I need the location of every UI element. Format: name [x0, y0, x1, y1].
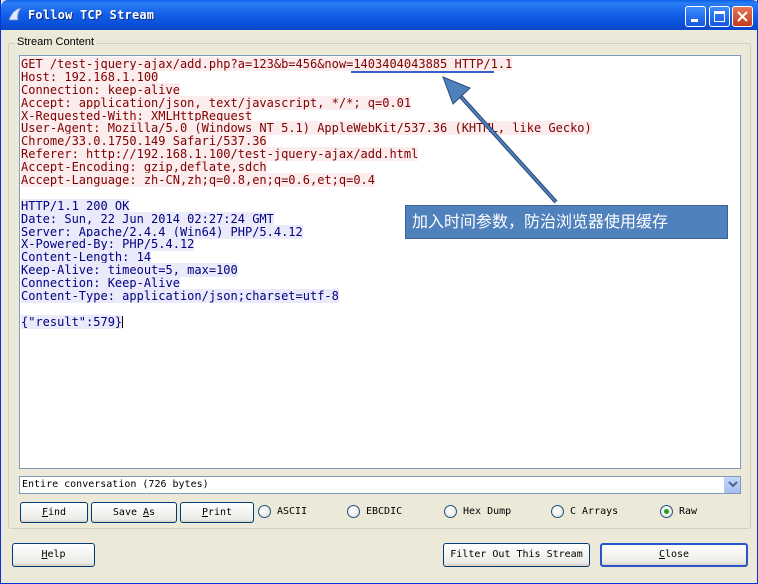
minimize-icon — [691, 19, 698, 22]
annotation-callout: 加入时间参数，防治浏览器使用缓存 — [405, 205, 728, 239]
format-radio-label: ASCII — [277, 506, 308, 517]
request-line: GET /test-jquery-ajax/add.php?a=123&b=45… — [21, 57, 740, 71]
stream-text: Content-Type: application/json;charset=u… — [21, 289, 339, 304]
format-radio-label: Hex Dump — [463, 506, 512, 517]
close-icon — [737, 11, 748, 22]
stream-content-label: Stream Content — [15, 36, 97, 48]
request-line: Accept: application/json, text/javascrip… — [21, 95, 740, 110]
stream-text: Referer: http://192.168.1.100/test-jquer… — [21, 147, 419, 162]
request-block: GET /test-jquery-ajax/add.php?a=123&b=45… — [21, 57, 740, 188]
stream-text: Server: Apache/2.4.4 (Win64) PHP/5.4.12 — [21, 224, 303, 239]
format-radio-label: Raw — [679, 506, 698, 517]
radio-selected-dot — [664, 509, 669, 514]
stream-text: GET /test-jquery-ajax/add.php?a=123&b=45… — [21, 57, 513, 71]
stream-text: User-Agent: Mozilla/5.0 (Windows NT 5.1)… — [21, 121, 592, 136]
stream-text: Connection: Keep-Alive — [21, 276, 180, 291]
stream-text: Content-Length: 14 — [21, 250, 152, 265]
radio-circle — [258, 505, 271, 518]
response-body-line: {"result":579} — [21, 314, 740, 329]
timestamp-underline — [351, 71, 494, 73]
wireshark-fin-icon — [7, 6, 23, 22]
response-line: Content-Type: application/json;charset=u… — [21, 289, 740, 304]
save-as-button[interactable]: Save As — [91, 502, 177, 523]
text-cursor — [122, 315, 124, 328]
close-button[interactable]: Close — [600, 543, 748, 567]
request-line: Accept-Language: zh-CN,zh;q=0.8,en;q=0.6… — [21, 173, 740, 188]
radio-circle — [347, 505, 360, 518]
stream-text: X-Requested-With: XMLHttpRequest — [21, 108, 253, 123]
stream-text: Host: 192.168.1.100 — [21, 69, 159, 84]
stream-text: Connection: keep-alive — [21, 82, 180, 97]
conversation-select-value: Entire conversation (726 bytes) — [22, 479, 209, 490]
stream-text: Chrome/33.0.1750.149 Safari/537.36 — [21, 134, 267, 149]
help-button[interactable]: Help — [12, 543, 95, 567]
maximize-button[interactable] — [709, 6, 730, 27]
chevron-down-icon — [728, 481, 738, 488]
close-window-button[interactable] — [732, 6, 753, 27]
title-bar[interactable]: Follow TCP Stream — [1, 0, 758, 30]
follow-tcp-stream-window: Follow TCP Stream Stream Content GET /te… — [0, 0, 758, 584]
radio-circle — [660, 505, 673, 518]
stream-text: Accept-Encoding: gzip,deflate,sdch — [21, 160, 267, 175]
filter-out-stream-button[interactable]: Filter Out This Stream — [443, 543, 590, 567]
response-body: {"result":579} — [21, 314, 123, 329]
request-line: Connection: keep-alive — [21, 82, 740, 97]
window-title: Follow TCP Stream — [28, 8, 155, 22]
format-radio-label: EBCDIC — [366, 506, 403, 517]
stream-text: Accept: application/json, text/javascrip… — [21, 95, 412, 110]
dropdown-button[interactable] — [724, 477, 740, 493]
radio-circle — [444, 505, 457, 518]
conversation-select[interactable]: Entire conversation (726 bytes) — [19, 476, 741, 494]
stream-text: Keep-Alive: timeout=5, max=100 — [21, 263, 238, 278]
format-radio-label: C Arrays — [570, 506, 619, 517]
stream-content-text[interactable]: GET /test-jquery-ajax/add.php?a=123&b=45… — [19, 55, 741, 469]
radio-circle — [551, 505, 564, 518]
stream-text: HTTP/1.1 200 OK — [21, 198, 130, 213]
stream-text: Date: Sun, 22 Jun 2014 02:27:24 GMT — [21, 211, 274, 226]
stream-text: Accept-Language: zh-CN,zh;q=0.8,en;q=0.6… — [21, 173, 376, 188]
stream-text: X-Powered-By: PHP/5.4.12 — [21, 237, 195, 252]
minimize-button[interactable] — [685, 6, 706, 27]
print-button[interactable]: Print — [180, 502, 254, 523]
find-button[interactable]: Find — [20, 502, 88, 523]
maximize-icon — [714, 11, 725, 22]
